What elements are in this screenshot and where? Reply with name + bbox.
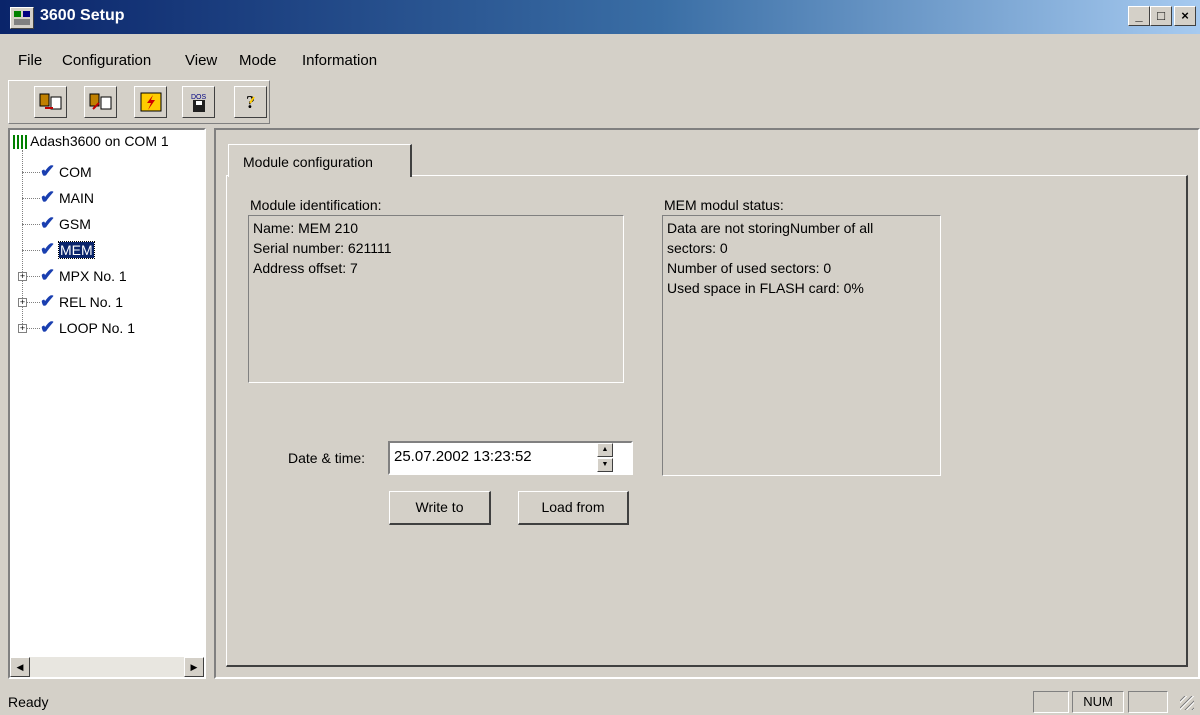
expand-icon[interactable]: + bbox=[18, 298, 27, 307]
menu-mode[interactable]: Mode bbox=[239, 52, 277, 69]
id-serial: Serial number: 621111 bbox=[253, 240, 392, 256]
write-to-button[interactable]: Write to bbox=[389, 491, 491, 525]
expand-icon[interactable]: + bbox=[18, 272, 27, 281]
tree-item-main[interactable]: ✔ MAIN bbox=[40, 188, 94, 206]
status-line: sectors: 0 bbox=[667, 240, 728, 256]
maximize-button[interactable]: □ bbox=[1150, 6, 1172, 26]
tree-item-loop[interactable]: ✔ LOOP No. 1 bbox=[40, 318, 135, 336]
mem-status-label: MEM modul status: bbox=[664, 197, 784, 213]
scroll-right-icon[interactable]: ▶ bbox=[184, 657, 204, 677]
tab-module-configuration[interactable]: Module configuration bbox=[228, 144, 412, 177]
connect-icon[interactable] bbox=[34, 86, 67, 118]
check-icon: ✔ bbox=[40, 187, 56, 207]
tree-item-mem[interactable]: ✔ MEM bbox=[40, 239, 95, 259]
check-icon: ✔ bbox=[40, 161, 56, 181]
app-icon bbox=[10, 7, 34, 29]
status-panel-num: NUM bbox=[1072, 691, 1124, 713]
check-icon: ✔ bbox=[40, 213, 56, 233]
module-tree[interactable]: Adash3600 on COM 1 ✔ COM ✔ MAIN ✔ GSM ✔ … bbox=[8, 128, 206, 679]
menu-file[interactable]: File bbox=[18, 52, 42, 69]
check-icon: ✔ bbox=[40, 317, 56, 337]
tree-root[interactable]: Adash3600 on COM 1 bbox=[13, 133, 169, 150]
tree-root-label: Adash3600 on COM 1 bbox=[30, 133, 169, 149]
scroll-left-icon[interactable]: ◀ bbox=[10, 657, 30, 677]
close-button[interactable]: × bbox=[1174, 6, 1196, 26]
id-name: Name: MEM 210 bbox=[253, 220, 359, 236]
dos-label: DOS bbox=[191, 94, 207, 101]
check-icon: ✔ bbox=[40, 239, 56, 259]
title-bar bbox=[0, 0, 1200, 34]
menu-configuration[interactable]: Configuration bbox=[62, 52, 151, 69]
status-line: Data are not storingNumber of all bbox=[667, 220, 874, 236]
date-time-label: Date & time: bbox=[288, 450, 366, 466]
tree-horizontal-scrollbar[interactable] bbox=[10, 657, 204, 677]
status-panel-scroll bbox=[1128, 691, 1168, 713]
dos-disk-icon[interactable]: DOS bbox=[182, 86, 215, 118]
menu-bar bbox=[0, 34, 1200, 76]
flash-icon[interactable] bbox=[134, 86, 167, 118]
minimize-button[interactable]: _ bbox=[1128, 6, 1150, 26]
size-grip-icon[interactable] bbox=[1180, 696, 1194, 710]
mem-status-box: Data are not storingNumber of all sector… bbox=[662, 215, 941, 476]
spin-down-icon[interactable]: ▼ bbox=[597, 458, 613, 472]
status-line: Number of used sectors: 0 bbox=[667, 260, 832, 276]
device-icon bbox=[13, 135, 27, 150]
tree-item-mpx[interactable]: ✔ MPX No. 1 bbox=[40, 266, 127, 284]
tree-item-com[interactable]: ✔ COM bbox=[40, 162, 92, 180]
status-panel-caps bbox=[1033, 691, 1069, 713]
spin-up-icon[interactable]: ▲ bbox=[597, 443, 613, 457]
window-title: 3600 Setup bbox=[40, 7, 125, 24]
menu-view[interactable]: View bbox=[185, 52, 217, 69]
tree-item-rel[interactable]: ✔ REL No. 1 bbox=[40, 292, 123, 310]
status-bar: Ready NUM bbox=[0, 688, 1200, 715]
menu-information[interactable]: Information bbox=[302, 52, 377, 69]
load-from-button[interactable]: Load from bbox=[518, 491, 629, 525]
status-text: Ready bbox=[8, 694, 49, 710]
disconnect-icon[interactable] bbox=[84, 86, 117, 118]
help-icon[interactable]: ? bbox=[234, 86, 267, 118]
check-icon: ✔ bbox=[40, 291, 56, 311]
id-offset: Address offset: 7 bbox=[253, 260, 358, 276]
module-identification-box: Name: MEM 210 Serial number: 621111 Addr… bbox=[248, 215, 624, 383]
status-line: Used space in FLASH card: 0% bbox=[667, 280, 864, 296]
expand-icon[interactable]: + bbox=[18, 324, 27, 333]
check-icon: ✔ bbox=[40, 265, 56, 285]
module-identification-label: Module identification: bbox=[250, 197, 382, 213]
tree-item-gsm[interactable]: ✔ GSM bbox=[40, 214, 91, 232]
